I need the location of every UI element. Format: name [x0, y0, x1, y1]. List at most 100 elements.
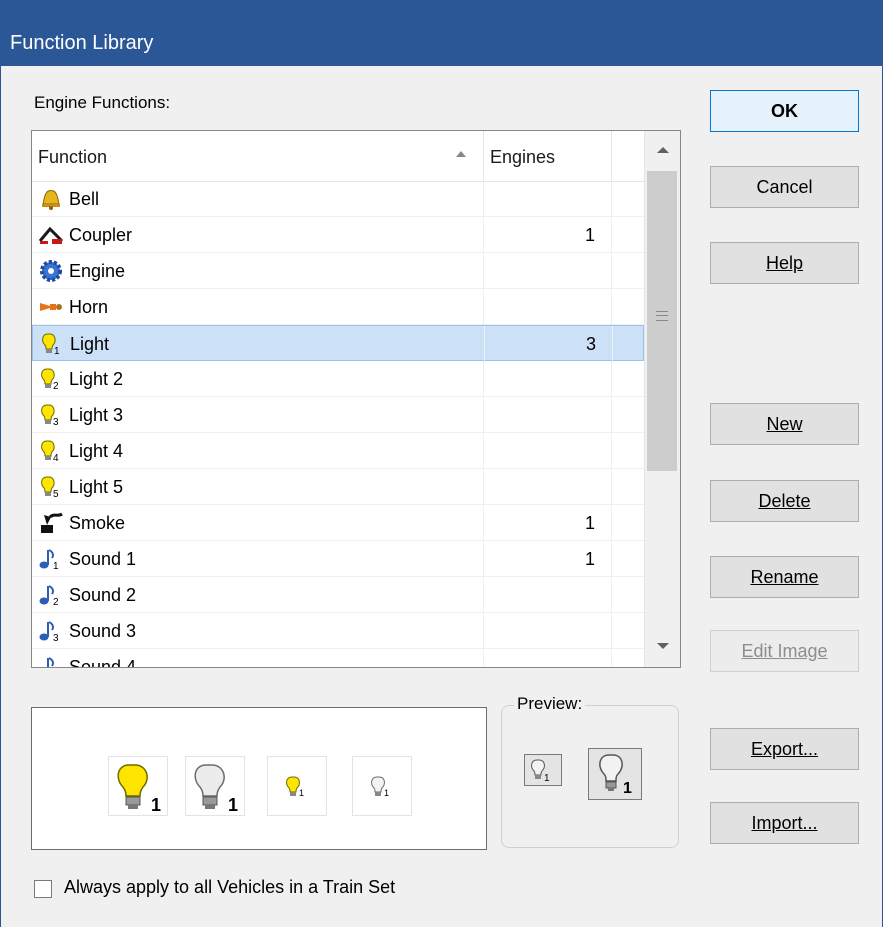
function-cell: Coupler: [32, 217, 484, 253]
table-row[interactable]: 3 Sound 3: [32, 613, 644, 649]
always-apply-checkbox[interactable]: [34, 880, 52, 898]
function-cell: Smoke: [32, 505, 484, 541]
scroll-up-arrow-icon[interactable]: [657, 147, 669, 153]
import-button[interactable]: Import...: [710, 802, 859, 844]
table-row[interactable]: 2 Light 2: [32, 361, 644, 397]
music-note-1-icon: 1: [38, 547, 64, 572]
light-on-small-subscript: 1: [299, 788, 304, 798]
function-name: Coupler: [69, 225, 133, 245]
engines-count: [484, 289, 612, 325]
table-row[interactable]: 3 Light 3: [32, 397, 644, 433]
always-apply-label[interactable]: Always apply to all Vehicles in a Train …: [64, 877, 395, 898]
function-cell: 2 Light 2: [32, 361, 484, 397]
function-cell: 2 Sound 2: [32, 577, 484, 613]
smoke-icon: [38, 511, 64, 535]
table-row[interactable]: Engine: [32, 253, 644, 289]
light-off-small-icon[interactable]: 1: [352, 756, 412, 816]
function-cell: 3 Light 3: [32, 397, 484, 433]
column-header-engines[interactable]: Engines: [484, 131, 612, 181]
table-row[interactable]: 4 Sound 4: [32, 649, 644, 667]
function-name: Engine: [69, 261, 126, 281]
list-rows: Bell Coupler 1 Engine Horn 1 Light 3 2 Light 2 3 Li…: [32, 181, 644, 667]
scroll-down-arrow-icon[interactable]: [657, 643, 669, 649]
title-bar: Function Library: [0, 0, 883, 66]
svg-text:1: 1: [53, 561, 59, 571]
function-name: Horn: [69, 297, 109, 317]
table-row[interactable]: Coupler 1: [32, 217, 644, 253]
svg-text:3: 3: [53, 417, 59, 427]
function-cell: Horn: [32, 289, 484, 325]
vertical-scrollbar[interactable]: [644, 131, 680, 667]
scroll-thumb[interactable]: [647, 171, 677, 471]
function-cell: 4 Sound 4: [32, 649, 484, 667]
help-button[interactable]: Help: [710, 242, 859, 284]
engine-functions-label: Engine Functions:: [34, 93, 171, 112]
function-name: Sound 1: [69, 549, 137, 569]
light-bulb-1-icon: 1: [39, 332, 65, 357]
edit-image-button[interactable]: Edit Image: [710, 630, 859, 672]
light-bulb-3-icon: 3: [38, 403, 64, 428]
function-name: Light 2: [69, 369, 124, 389]
function-cell: Engine: [32, 253, 484, 289]
svg-text:1: 1: [54, 346, 60, 356]
table-row[interactable]: 4 Light 4: [32, 433, 644, 469]
engines-count: [484, 397, 612, 433]
preview-small-subscript: 1: [544, 773, 550, 784]
function-name: Light 3: [69, 405, 124, 425]
scroll-grip-icon: [656, 311, 668, 321]
engines-count: [484, 181, 612, 217]
function-name: Sound 2: [69, 585, 137, 605]
table-row[interactable]: 5 Light 5: [32, 469, 644, 505]
svg-text:5: 5: [53, 489, 59, 499]
function-cell: 5 Light 5: [32, 469, 484, 505]
rename-button[interactable]: Rename: [710, 556, 859, 598]
table-row[interactable]: Smoke 1: [32, 505, 644, 541]
table-row[interactable]: 2 Sound 2: [32, 577, 644, 613]
function-cell: Bell: [32, 181, 484, 217]
coupler-icon: [38, 223, 64, 247]
function-cell: 1 Sound 1: [32, 541, 484, 577]
function-name: Light: [70, 334, 110, 354]
light-on-small-icon[interactable]: 1: [267, 756, 327, 816]
ok-button[interactable]: OK: [710, 90, 859, 132]
function-name: Light 4: [69, 441, 124, 461]
bell-icon: [38, 187, 64, 211]
table-row[interactable]: 1 Light 3: [32, 325, 644, 362]
column-header-function[interactable]: Function: [32, 131, 484, 181]
function-cell: 4 Light 4: [32, 433, 484, 469]
engines-count: [484, 361, 612, 397]
new-button[interactable]: New: [710, 403, 859, 445]
light-off-small-subscript: 1: [384, 788, 389, 798]
engines-count: [484, 253, 612, 289]
function-list[interactable]: Function Engines Bell Coupler 1 Engine Horn 1…: [31, 130, 681, 668]
table-row[interactable]: Horn: [32, 289, 644, 325]
table-row[interactable]: 1 Sound 1 1: [32, 541, 644, 577]
horn-icon: [38, 295, 64, 319]
table-row[interactable]: Bell: [32, 181, 644, 217]
function-name: Sound 3: [69, 621, 137, 641]
svg-text:3: 3: [53, 633, 59, 643]
function-cell: 3 Sound 3: [32, 613, 484, 649]
window-title: Function Library: [10, 32, 154, 54]
delete-button[interactable]: Delete: [710, 480, 859, 522]
engines-count: 1: [484, 541, 612, 577]
engines-count: [484, 613, 612, 649]
sort-ascending-icon: [456, 151, 466, 157]
light-on-large-icon[interactable]: 1: [108, 756, 168, 816]
engines-count: 1: [484, 217, 612, 253]
engines-count: 3: [485, 326, 613, 362]
light-off-large-icon[interactable]: 1: [185, 756, 245, 816]
column-header-filler: [612, 131, 644, 181]
music-note-4-icon: 4: [38, 655, 64, 667]
cancel-button[interactable]: Cancel: [710, 166, 859, 208]
light-bulb-2-icon: 2: [38, 367, 64, 392]
svg-text:2: 2: [53, 381, 59, 391]
preview-small-icon: 1: [524, 754, 562, 786]
preview-large-subscript: 1: [623, 780, 632, 797]
function-name: Bell: [69, 189, 100, 209]
function-name: Light 5: [69, 477, 124, 497]
music-note-3-icon: 3: [38, 619, 64, 644]
export-button[interactable]: Export...: [710, 728, 859, 770]
engines-count: [484, 469, 612, 505]
preview-label: Preview:: [514, 694, 586, 714]
